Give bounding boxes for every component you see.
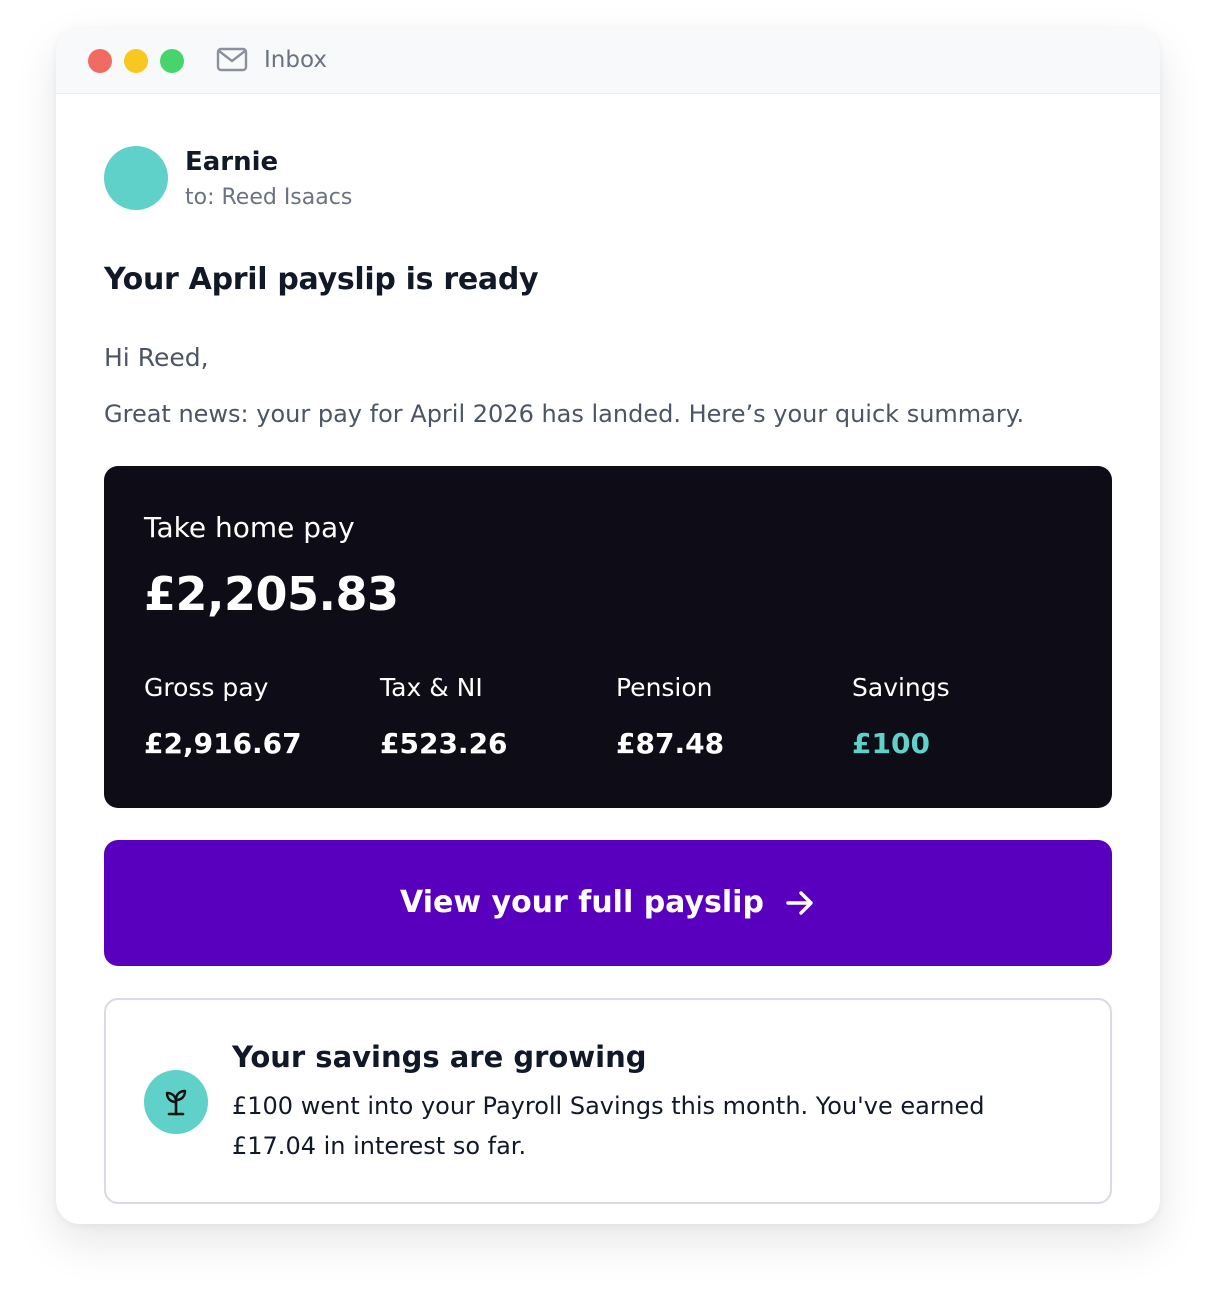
stat-gross-pay: Gross pay £2,916.67 bbox=[144, 670, 364, 762]
sender-avatar bbox=[104, 146, 168, 210]
view-payslip-button[interactable]: View your full payslip bbox=[104, 840, 1112, 966]
savings-card-body: £100 went into your Payroll Savings this… bbox=[232, 1092, 985, 1160]
savings-growth-card: Your savings are growing £100 went into … bbox=[104, 998, 1112, 1204]
pay-summary-card: Take home pay £2,205.83 Gross pay £2,916… bbox=[104, 466, 1112, 808]
stat-value-savings: £100 bbox=[852, 727, 930, 760]
stat-tax-ni: Tax & NI £523.26 bbox=[380, 670, 600, 762]
stat-label: Tax & NI bbox=[380, 673, 483, 702]
take-home-label: Take home pay bbox=[144, 511, 355, 544]
sprout-icon bbox=[165, 1089, 187, 1116]
stat-label: Pension bbox=[616, 673, 713, 702]
take-home-value: £2,205.83 bbox=[144, 567, 399, 621]
email-window: Inbox Earnie to: Reed Isaacs Your April … bbox=[56, 28, 1160, 1224]
savings-card-title: Your savings are growing bbox=[232, 1040, 647, 1074]
email-intro: Great news: your pay for April 2026 has … bbox=[104, 400, 1025, 428]
stat-label: Savings bbox=[852, 673, 950, 702]
minimize-window-button[interactable] bbox=[124, 49, 148, 73]
close-window-button[interactable] bbox=[88, 49, 112, 73]
title-bar: Inbox bbox=[56, 28, 1160, 94]
mail-icon bbox=[216, 47, 248, 72]
stat-pension: Pension £87.48 bbox=[616, 670, 836, 762]
stat-label: Gross pay bbox=[144, 673, 269, 702]
sprout-icon-badge bbox=[144, 1070, 208, 1134]
recipient-line: to: Reed Isaacs bbox=[185, 185, 353, 210]
arrow-right-icon bbox=[786, 891, 813, 915]
maximize-window-button[interactable] bbox=[160, 49, 184, 73]
stat-value: £87.48 bbox=[616, 727, 725, 760]
stat-value: £2,916.67 bbox=[144, 727, 302, 760]
window-title: Inbox bbox=[264, 47, 327, 73]
sender-name: Earnie bbox=[185, 147, 279, 177]
email-subject: Your April payslip is ready bbox=[104, 262, 539, 297]
view-payslip-label: View your full payslip bbox=[400, 885, 764, 920]
stat-savings: Savings £100 bbox=[852, 670, 1072, 762]
stat-value: £523.26 bbox=[380, 727, 508, 760]
email-greeting: Hi Reed, bbox=[104, 343, 209, 372]
